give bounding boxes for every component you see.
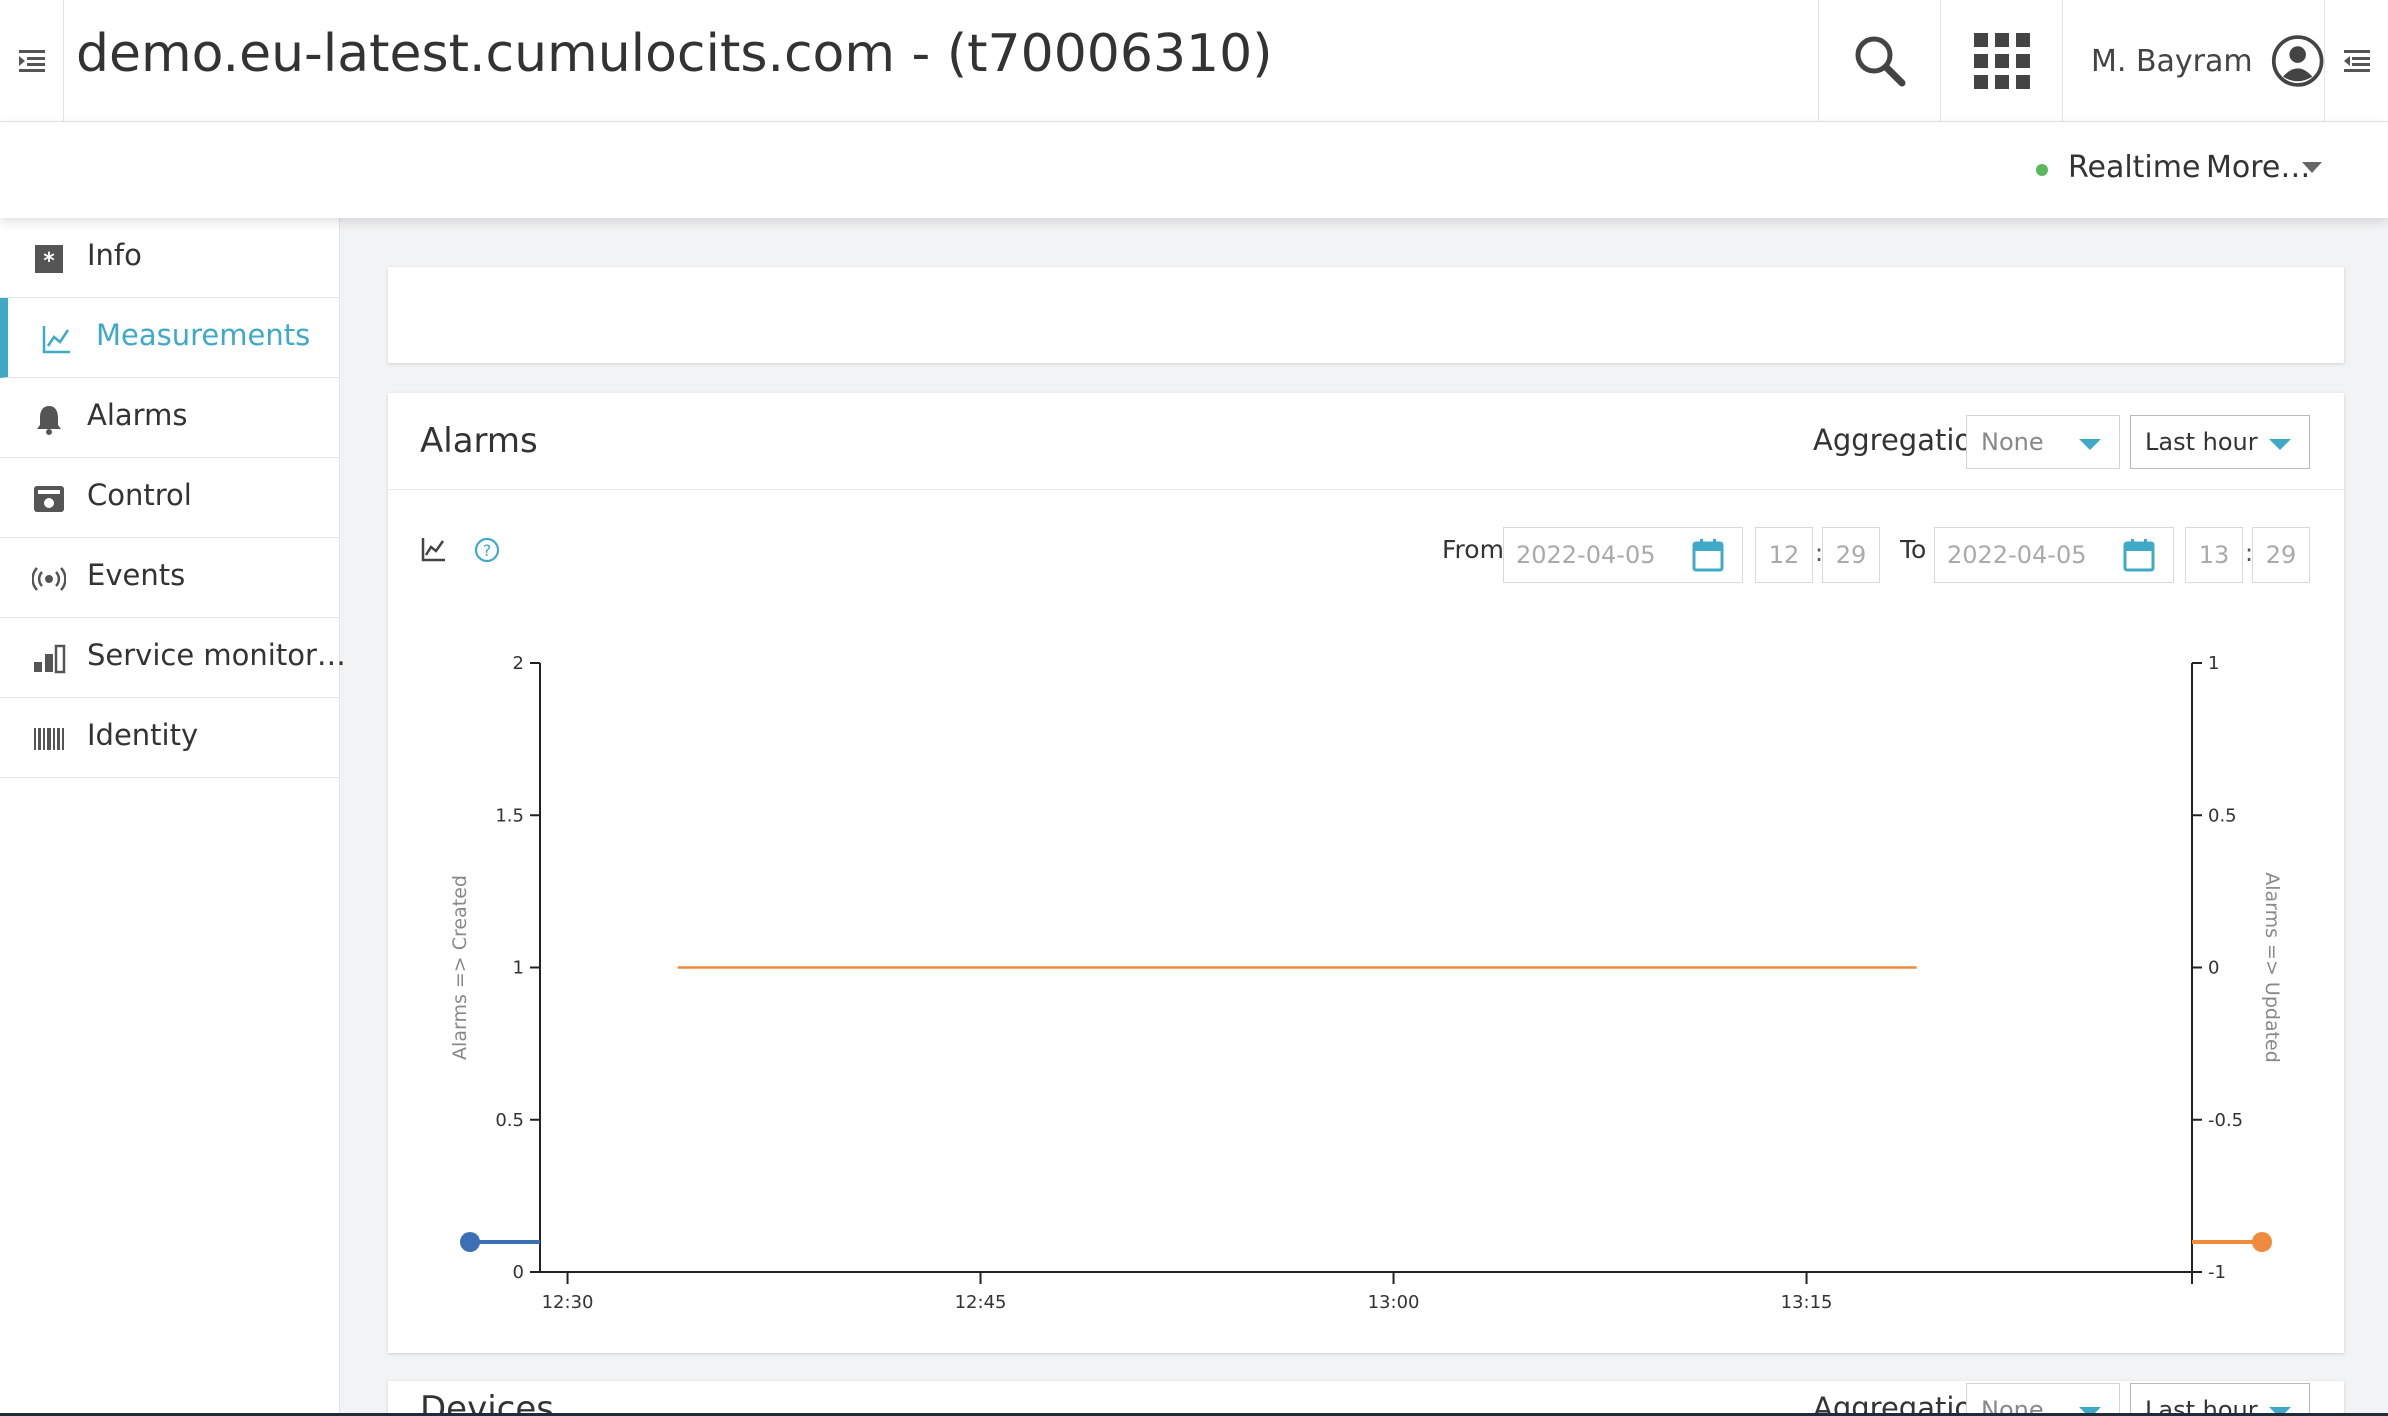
sidebar-item-label: Alarms [87,398,188,432]
y-tick-label-right: -1 [2208,1262,2226,1283]
to-minute-input[interactable]: 29 [2252,527,2310,583]
caret-down-icon [2269,439,2291,450]
info-icon: * [35,245,63,274]
help-icon[interactable]: ? [474,537,500,563]
to-label: To [1900,535,1927,564]
sidebar-item-label: Events [87,558,186,592]
y-tick-label-left: 2 [513,653,524,674]
y-axis-label-left: Alarms => Created [449,875,471,1060]
to-minute-value: 29 [2265,541,2297,569]
from-minute-input[interactable]: 29 [1822,527,1880,583]
menu-toggle-button[interactable] [0,0,64,122]
user-name: M. Bayram [2091,43,2253,79]
empty-widget [388,267,2344,363]
search-icon [1855,36,1905,87]
apps-grid-icon [1973,33,2030,89]
barcode-icon [34,728,64,750]
svg-text:?: ? [483,541,492,560]
time-range-select[interactable]: Last hour [2130,415,2310,469]
legend-marker-series-2 [2252,1232,2272,1252]
aggregation-select[interactable]: None [1966,1383,2120,1416]
y-tick-label-left: 0 [513,1262,524,1283]
search-button[interactable] [1818,0,1940,122]
svg-text:*: * [43,249,55,274]
sidebar-item-info[interactable]: * Info [0,218,340,298]
to-date-input[interactable]: 2022-04-05 [1934,527,2174,583]
sidebar-item-label: Control [87,478,192,512]
sidebar-item-service-monitor[interactable]: Service monitor… [0,618,346,698]
sidebar-item-label: Measurements [96,318,311,352]
from-date-value: 2022-04-05 [1516,541,1656,569]
device-sidebar: * Info Measurements Alarms Control Event… [0,218,346,1416]
broadcast-icon [32,567,66,591]
app-switcher-button[interactable] [1940,0,2062,122]
from-label: From [1442,535,1504,564]
to-date-value: 2022-04-05 [1947,541,2087,569]
devices-widget: Devices Aggregation None Last hour [388,1381,2344,1416]
user-avatar-icon [2271,35,2324,87]
widget-title: Devices [420,1389,554,1416]
aggregation-label: Aggregation [1813,423,1991,457]
sidebar-item-alarms[interactable]: Alarms [0,378,340,458]
widget-header-divider [388,489,2344,490]
from-date-input[interactable]: 2022-04-05 [1503,527,1743,583]
to-hour-value: 13 [2198,541,2230,569]
y-tick-label-right: 0 [2208,958,2219,979]
sidebar-item-label: Service monitor… [87,638,346,672]
realtime-toggle[interactable]: Realtime [2068,150,2200,185]
bell-icon [37,406,61,435]
right-drawer-toggle-button[interactable] [2324,0,2388,122]
y-tick-label-left: 1.5 [495,805,524,826]
x-tick-label: 13:15 [1781,1292,1833,1313]
y-tick-label-right: 0.5 [2208,805,2237,826]
x-tick-label: 12:45 [955,1292,1007,1313]
action-bar [0,122,2388,218]
right-drawer-icon [2343,50,2370,72]
alarms-chart: 0 0.5 1 1.5 2 -1 -0.5 0 0.5 1 12:30 12:45 13:00 13:15… [449,653,2283,1313]
from-hour-input[interactable]: 12 [1755,527,1813,583]
x-tick-label: 12:30 [542,1292,594,1313]
sidebar-item-identity[interactable]: Identity [0,698,340,778]
calendar-icon[interactable] [1692,538,1724,572]
realtime-status-dot [2036,164,2048,176]
from-hour-value: 12 [1768,541,1800,569]
time-range-value: Last hour [2145,428,2258,456]
y-tick-label-right: 1 [2208,653,2219,674]
legend-marker-series-1 [460,1232,480,1252]
y-tick-label-left: 1 [513,958,524,979]
line-chart-icon[interactable] [420,535,448,563]
y-tick-label-left: 0.5 [495,1110,524,1131]
to-hour-input[interactable]: 13 [2185,527,2243,583]
menu-collapse-icon [18,50,45,72]
sidebar-item-control[interactable]: Control [0,458,340,538]
sidebar-item-measurements[interactable]: Measurements [0,298,340,378]
sidebar-item-events[interactable]: Events [0,538,340,618]
aggregation-value: None [1981,428,2044,456]
control-icon [34,486,64,512]
caret-down-icon [2079,439,2101,450]
y-axis-label-right: Alarms => Updated [2261,872,2283,1063]
calendar-icon[interactable] [2123,538,2155,572]
user-menu[interactable]: M. Bayram [2062,0,2324,122]
sidebar-item-label: Info [87,238,142,272]
from-minute-value: 29 [1835,541,1867,569]
more-menu-button[interactable]: More… [2206,150,2310,185]
y-tick-label-right: -0.5 [2208,1110,2243,1131]
page-title: demo.eu-latest.cumulocits.com - (t700063… [76,24,1273,84]
sidebar-item-label: Identity [87,718,199,752]
widget-title: Alarms [420,421,538,461]
bar-chart-icon [34,644,66,674]
caret-down-icon[interactable] [2302,162,2322,173]
aggregation-select[interactable]: None [1966,415,2120,469]
x-tick-label: 13:00 [1368,1292,1420,1313]
line-chart-icon [42,326,70,354]
time-range-select[interactable]: Last hour [2130,1383,2310,1416]
top-header: demo.eu-latest.cumulocits.com - (t700063… [0,0,2388,122]
